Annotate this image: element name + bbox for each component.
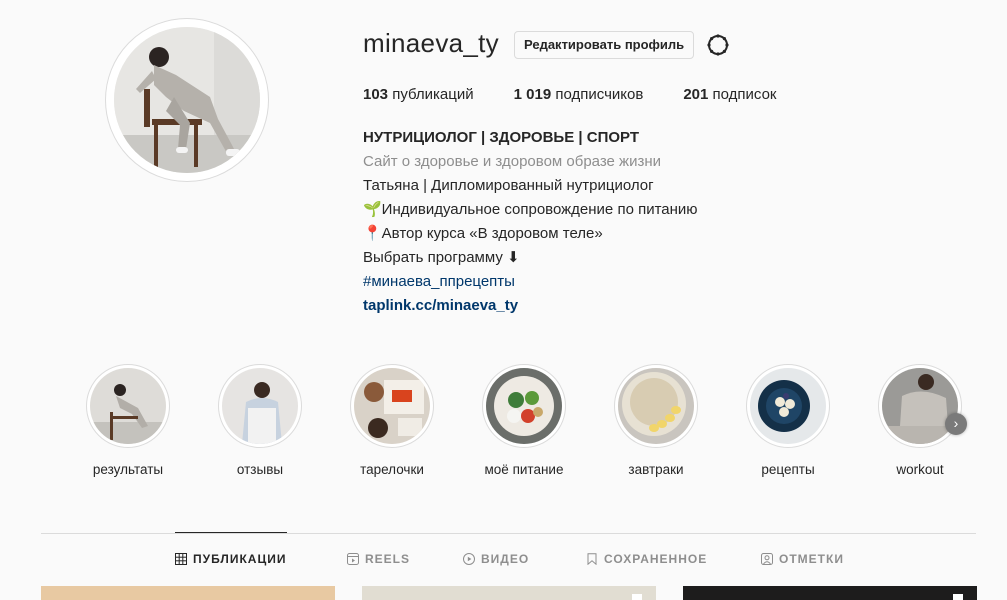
highlight-label: завтраки [628, 462, 684, 477]
stat-posts-count: 103 [363, 86, 389, 103]
stat-following[interactable]: 201 подписок [683, 86, 776, 103]
bio-category: Сайт о здоровье и здоровом образе жизни [363, 153, 662, 170]
highlight-item[interactable]: рецепты [733, 364, 843, 477]
tagged-icon [761, 553, 773, 565]
bio-hashtag[interactable]: #минаева_ппрецепты [363, 270, 698, 294]
edit-profile-button[interactable]: Редактировать профиль [514, 31, 695, 59]
stat-posts-label: публикаций [392, 86, 474, 103]
carousel-icon [632, 594, 642, 600]
highlight-label: результаты [92, 462, 164, 477]
video-icon [463, 553, 475, 565]
highlight-item[interactable]: моё питание [469, 364, 579, 477]
highlight-label: отзывы [236, 462, 284, 477]
highlight-label: тарелочки [360, 462, 424, 477]
tabs-divider [41, 533, 976, 534]
bio-line: 📍Автор курса «В здоровом теле» [363, 225, 603, 242]
carousel-icon [953, 594, 963, 600]
active-tab-indicator [175, 532, 287, 533]
profile-stats: 103 публикаций 1 019 подписчиков 201 под… [363, 86, 817, 103]
highlight-label: моё питание [484, 462, 564, 477]
bio-line: 🌱Индивидуальное сопровождение по питанию [363, 201, 698, 218]
highlight-cover [878, 364, 962, 448]
tab-posts[interactable]: ПУБЛИКАЦИИ [175, 552, 286, 566]
bio-link[interactable]: taplink.cc/minaeva_ty [363, 294, 698, 318]
profile-bio: НУТРИЦИОЛОГ | ЗДОРОВЬЕ | СПОРТ Сайт о зд… [363, 126, 698, 318]
highlight-cover [86, 364, 170, 448]
stat-followers[interactable]: 1 019 подписчиков [514, 86, 644, 103]
highlight-label: рецепты [761, 462, 815, 477]
reels-icon [347, 553, 359, 565]
bio-line: Выбрать программу ⬇ [363, 249, 520, 266]
highlight-cover [614, 364, 698, 448]
post-thumbnail[interactable] [683, 586, 977, 600]
tab-label: REELS [365, 552, 411, 566]
bio-line: Татьяна | Дипломированный нутрициолог [363, 177, 654, 194]
story-highlights: результаты отзывы тарелочки моё питание [0, 364, 1007, 484]
highlight-cover [482, 364, 566, 448]
stat-followers-count: 1 019 [513, 86, 552, 103]
chevron-right-icon[interactable]: › [945, 413, 967, 435]
tab-label: ВИДЕО [481, 552, 530, 566]
stat-following-label: подписок [712, 86, 777, 103]
bookmark-icon [587, 553, 597, 565]
highlight-item[interactable]: отзывы [205, 364, 315, 477]
tab-video[interactable]: ВИДЕО [463, 552, 529, 566]
post-thumbnail[interactable] [41, 586, 335, 600]
tab-label: ОТМЕТКИ [779, 552, 844, 566]
avatar-photo [114, 27, 260, 173]
gear-icon[interactable] [706, 33, 730, 57]
tab-saved[interactable]: СОХРАНЕННОЕ [586, 552, 707, 566]
stat-following-count: 201 [683, 86, 709, 103]
profile-avatar[interactable] [105, 18, 269, 182]
stat-followers-label: подписчиков [555, 86, 644, 103]
bio-name: НУТРИЦИОЛОГ | ЗДОРОВЬЕ | СПОРТ [363, 129, 639, 146]
highlight-item[interactable]: завтраки [601, 364, 711, 477]
highlight-item[interactable]: результаты [73, 364, 183, 477]
stat-posts: 103 публикаций [363, 86, 474, 103]
highlight-cover [350, 364, 434, 448]
tab-label: ПУБЛИКАЦИИ [193, 552, 287, 566]
highlight-cover [218, 364, 302, 448]
post-thumbnail[interactable] [362, 586, 656, 600]
tab-tagged[interactable]: ОТМЕТКИ [761, 552, 844, 566]
tab-label: СОХРАНЕННОЕ [604, 552, 708, 566]
highlight-item[interactable]: тарелочки [337, 364, 447, 477]
highlight-label: workout [896, 462, 944, 477]
profile-tabs: ПУБЛИКАЦИИ REELS ВИДЕО СОХРАНЕННОЕ ОТМЕТ… [0, 552, 1007, 572]
tab-reels[interactable]: REELS [347, 552, 410, 566]
profile-username: minaeva_ty [363, 28, 499, 58]
highlight-cover [746, 364, 830, 448]
grid-icon [175, 553, 187, 565]
